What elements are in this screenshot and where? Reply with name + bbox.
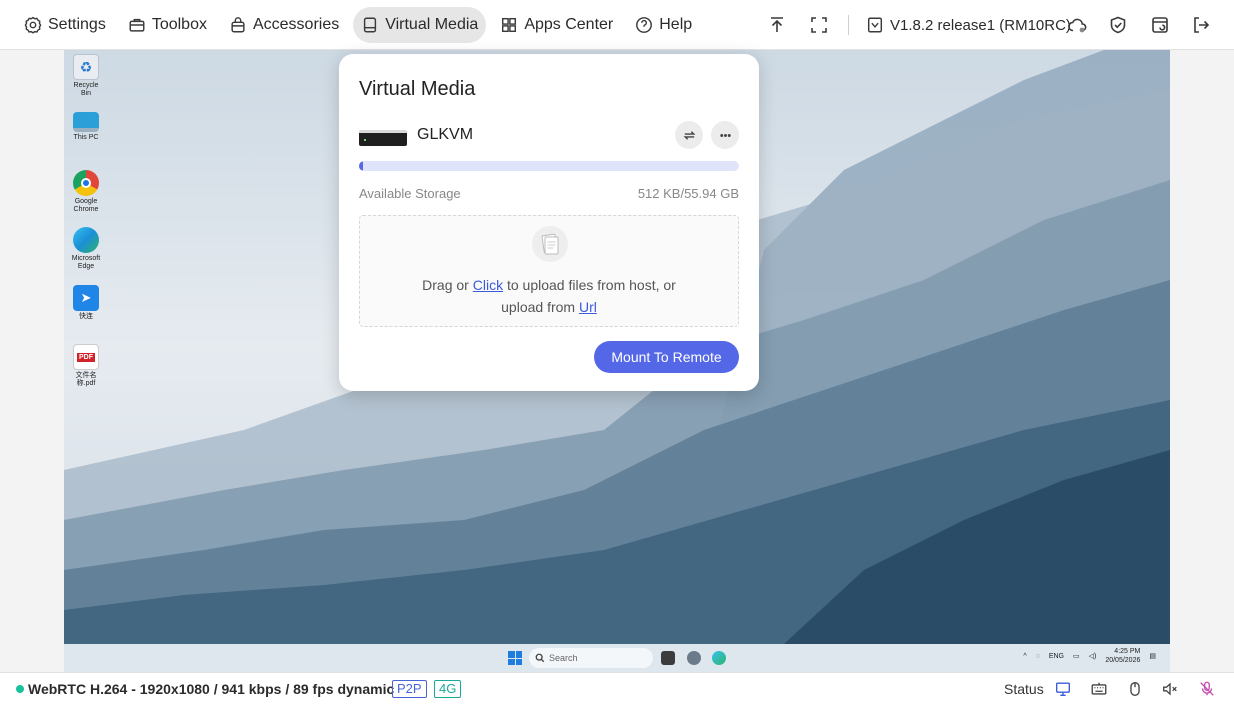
click-upload-link[interactable]: Click	[473, 277, 503, 293]
edge-taskbar-icon[interactable]	[712, 651, 726, 665]
menu-accessories-label: Accessories	[252, 15, 340, 33]
desktop-icon-label: Google Chrome	[73, 198, 99, 213]
monitor-icon[interactable]	[1053, 679, 1073, 699]
windows-start-icon[interactable]	[508, 651, 522, 665]
toolbox-icon	[129, 18, 145, 32]
upload-arrow-icon[interactable]	[766, 14, 788, 36]
recycle-bin-icon: ♻	[73, 54, 99, 80]
desktop-icon-label: This PC	[73, 134, 99, 141]
storage-label: Available Storage	[359, 186, 461, 201]
tray-volume-icon[interactable]: ◁)	[1089, 652, 1097, 660]
search-icon	[535, 653, 545, 663]
storage-value: 512 KB/55.94 GB	[637, 186, 739, 201]
menu-help-label: Help	[659, 15, 693, 33]
menu-settings[interactable]: Settings	[16, 7, 114, 43]
refresh-icon	[683, 130, 695, 140]
pdf-icon: PDF	[73, 344, 99, 370]
fullscreen-icon[interactable]	[808, 14, 830, 36]
dropzone-text-2: to upload files from host, or	[503, 277, 676, 293]
toolbar-divider	[848, 15, 849, 35]
stream-info: WebRTC H.264 - 1920x1080 / 941 kbps / 89…	[28, 681, 395, 697]
dropzone-text: Drag or Click to upload files from host,…	[360, 274, 738, 318]
window-switch-icon[interactable]	[1149, 14, 1171, 36]
desktop-icon-chrome[interactable]: Google Chrome	[68, 170, 104, 214]
p2p-badge: P2P	[392, 680, 427, 698]
system-tray: ^ ◌ ENG ▭ ◁) 4:25 PM 20/05/2026 ▤	[1023, 647, 1156, 665]
usb-drive-icon	[359, 130, 407, 146]
network-badge: 4G	[434, 680, 462, 698]
desktop-icon-label: Recycle Bin	[73, 82, 99, 97]
connection-status-dot	[16, 685, 24, 693]
desktop-icon-this-pc[interactable]: This PC	[68, 112, 104, 142]
gear-icon	[24, 16, 42, 34]
app-icon: ➤	[73, 285, 99, 311]
version-label: V1.8.2 release1 (RM10RC)	[890, 16, 1071, 34]
top-menu-bar: Settings Toolbox Accessories Virtual Med…	[0, 0, 1234, 50]
tray-language[interactable]: ENG	[1049, 653, 1064, 660]
pdf-glyph: PDF	[77, 352, 95, 362]
status-button[interactable]: Status	[1004, 681, 1044, 697]
tray-clock[interactable]: 4:25 PM 20/05/2026	[1105, 647, 1140, 665]
desktop-icon-label: 文件名称.pdf	[75, 372, 97, 387]
tray-time: 4:25 PM	[1114, 648, 1141, 655]
drive-name: GLKVM	[417, 126, 474, 143]
status-bar: WebRTC H.264 - 1920x1080 / 941 kbps / 89…	[0, 672, 1234, 704]
more-options-button[interactable]	[711, 121, 739, 149]
menu-toolbox[interactable]: Toolbox	[120, 7, 215, 43]
dropzone-text-1: Drag or	[422, 277, 473, 293]
desktop-icon-label: Microsoft Edge	[71, 255, 101, 270]
mount-to-remote-button[interactable]: Mount To Remote	[594, 341, 739, 373]
menu-apps-center[interactable]: Apps Center	[492, 7, 621, 43]
menu-virtual-media-label: Virtual Media	[385, 15, 479, 33]
storage-progress-fill	[359, 161, 363, 171]
desktop-icon-recycle-bin[interactable]: ♻ Recycle Bin	[68, 54, 104, 98]
mouse-icon[interactable]	[1125, 679, 1145, 699]
speaker-muted-icon[interactable]	[1160, 679, 1180, 699]
virtual-media-dialog: Virtual Media GLKVM Available Storage 51…	[339, 54, 759, 391]
monitor-icon	[73, 112, 99, 132]
refresh-button[interactable]	[675, 121, 703, 149]
tray-network-icon[interactable]: ▭	[1073, 652, 1080, 660]
desktop-icon-pdf[interactable]: PDF 文件名称.pdf	[68, 344, 104, 388]
dialog-title: Virtual Media	[359, 78, 476, 100]
file-upload-icon	[532, 226, 568, 262]
desktop-icon-label: 快连	[79, 313, 93, 320]
shield-check-icon[interactable]	[1107, 14, 1129, 36]
menu-settings-label: Settings	[48, 15, 106, 33]
menu-apps-center-label: Apps Center	[524, 15, 614, 33]
task-view-icon[interactable]	[661, 651, 675, 665]
tray-date: 20/05/2026	[1105, 657, 1141, 664]
logout-icon[interactable]	[1190, 14, 1212, 36]
menu-toolbox-label: Toolbox	[151, 15, 207, 33]
tray-sync-icon[interactable]: ◌	[1036, 653, 1040, 660]
windows-taskbar: Search ^ ◌ ENG ▭ ◁) 4:25 PM 20/05/2026 ▤	[64, 644, 1170, 672]
upload-dropzone[interactable]: Drag or Click to upload files from host,…	[359, 215, 739, 327]
menu-virtual-media[interactable]: Virtual Media	[353, 6, 487, 43]
taskbar-search[interactable]: Search	[529, 648, 653, 668]
apps-grid-icon	[502, 17, 517, 32]
tray-chevron-icon[interactable]: ^	[1023, 653, 1026, 660]
keyboard-icon[interactable]	[1089, 679, 1109, 699]
microphone-muted-icon[interactable]	[1197, 679, 1217, 699]
chrome-icon	[73, 170, 99, 196]
settings-app-icon[interactable]	[687, 651, 701, 665]
desktop-icon-edge[interactable]: Microsoft Edge	[68, 227, 104, 271]
cloud-status-icon[interactable]	[1066, 14, 1088, 36]
url-upload-link[interactable]: Url	[579, 299, 597, 315]
edge-icon	[73, 227, 99, 253]
version-check-icon	[867, 17, 883, 33]
menu-help[interactable]: Help	[627, 7, 700, 43]
tray-notification-icon[interactable]: ▤	[1149, 652, 1156, 660]
version-info[interactable]: V1.8.2 release1 (RM10RC)	[866, 13, 1071, 37]
taskbar-search-placeholder: Search	[549, 653, 578, 663]
menu-accessories[interactable]: Accessories	[221, 7, 347, 43]
desktop-icon-app[interactable]: ➤ 快连	[68, 285, 104, 321]
help-icon	[636, 16, 653, 33]
drive-icon	[364, 17, 377, 32]
more-icon	[719, 133, 731, 137]
dropzone-text-3: upload from	[501, 299, 579, 315]
bag-icon	[231, 16, 245, 32]
storage-progress-bar	[359, 161, 739, 171]
